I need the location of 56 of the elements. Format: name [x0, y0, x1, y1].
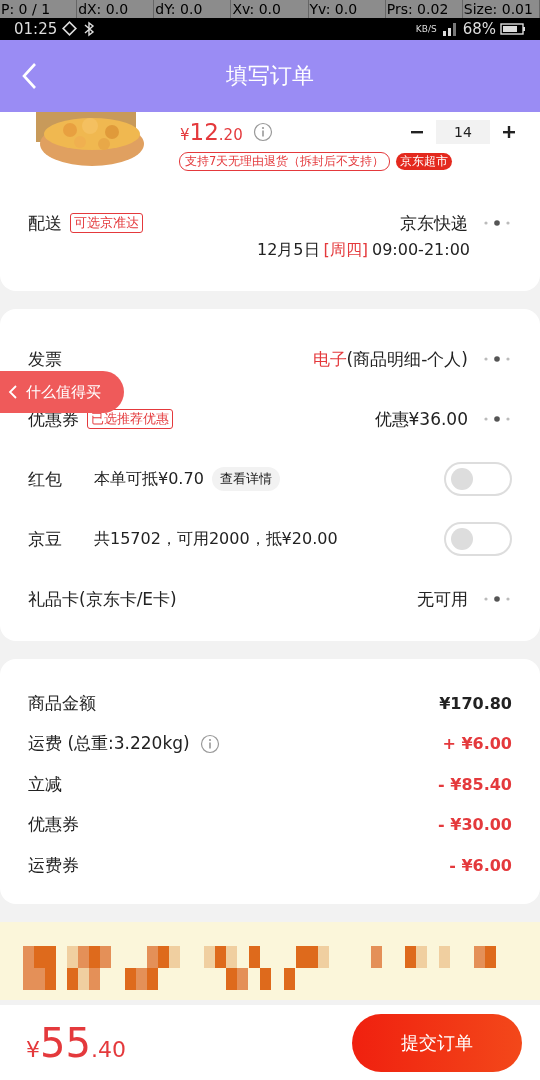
rotate-icon: [61, 21, 80, 37]
badge-label: 什么值得买: [26, 382, 101, 402]
delivery-date: 12月5日: [256, 240, 320, 261]
signal-icon: [440, 21, 459, 37]
total-integer: 55: [40, 1019, 91, 1066]
deduction-text: 共15702，可用2000，抵¥20.00: [94, 528, 338, 550]
currency-sign: ¥: [26, 1036, 40, 1062]
submit-order-button[interactable]: 提交订单: [352, 1013, 522, 1072]
option-value[interactable]: 无可用: [417, 587, 468, 611]
battery-level: 68%: [462, 20, 496, 38]
info-icon[interactable]: [252, 122, 273, 142]
currency-sign: ¥: [180, 126, 190, 144]
price-decimal: .20: [218, 126, 243, 144]
battery-icon: [500, 22, 526, 36]
total-label: 立减: [28, 772, 62, 796]
chevron-left-icon: [8, 385, 18, 399]
total-label: 商品金额: [28, 691, 96, 715]
total-label: 优惠券: [28, 813, 79, 837]
toggle-switch[interactable]: [444, 522, 512, 556]
row-label: 配送: [28, 211, 62, 235]
network-speed: KB/S: [415, 24, 437, 34]
row-label: 礼品卡(京东卡/E卡): [28, 587, 177, 611]
amount: ¥170.80: [439, 693, 512, 713]
invoice-type[interactable]: 电子: [312, 347, 347, 371]
more-icon[interactable]: [482, 355, 512, 363]
row-label: 发票: [28, 347, 62, 371]
more-icon[interactable]: [482, 219, 512, 227]
deduction-text: 本单可抵¥0.70: [94, 468, 204, 490]
more-icon[interactable]: [482, 415, 512, 423]
row-label: 京豆: [28, 527, 63, 551]
row-label: 红包: [28, 467, 63, 491]
carrier-value[interactable]: 京东快递: [400, 211, 468, 235]
info-icon[interactable]: [199, 733, 220, 754]
delivery-time: 09:00-21:00: [372, 240, 470, 261]
delivery-weekday: [周四]: [323, 240, 368, 261]
bluetooth-icon: [83, 21, 96, 37]
clock: 01:25: [14, 20, 58, 38]
option-value[interactable]: 优惠¥36.00: [374, 407, 468, 431]
store-tag: 京东超市: [396, 153, 453, 170]
amount: - ¥85.40: [438, 774, 512, 794]
page-title: 填写订单: [226, 62, 314, 90]
quantity-field[interactable]: 14: [436, 120, 490, 144]
amount: - ¥30.00: [438, 815, 512, 835]
total-label: 运费 (总重:3.220kg): [28, 732, 190, 756]
price-integer: 12: [189, 119, 219, 145]
total-label: 运费券: [28, 853, 79, 877]
option-value[interactable]: (商品明细-个人): [346, 347, 468, 371]
return-policy-tag: 支持7天无理由退货（拆封后不支持）: [179, 152, 391, 171]
toggle-switch[interactable]: [444, 462, 512, 496]
amount: - ¥6.00: [449, 855, 512, 875]
plus-icon[interactable]: [502, 125, 516, 139]
amount: + ¥6.00: [442, 734, 512, 754]
delivery-tag: 可选京准达: [70, 213, 143, 233]
more-icon[interactable]: [482, 595, 512, 603]
total-decimal: .40: [90, 1036, 126, 1062]
details-button[interactable]: 查看详情: [211, 467, 280, 491]
